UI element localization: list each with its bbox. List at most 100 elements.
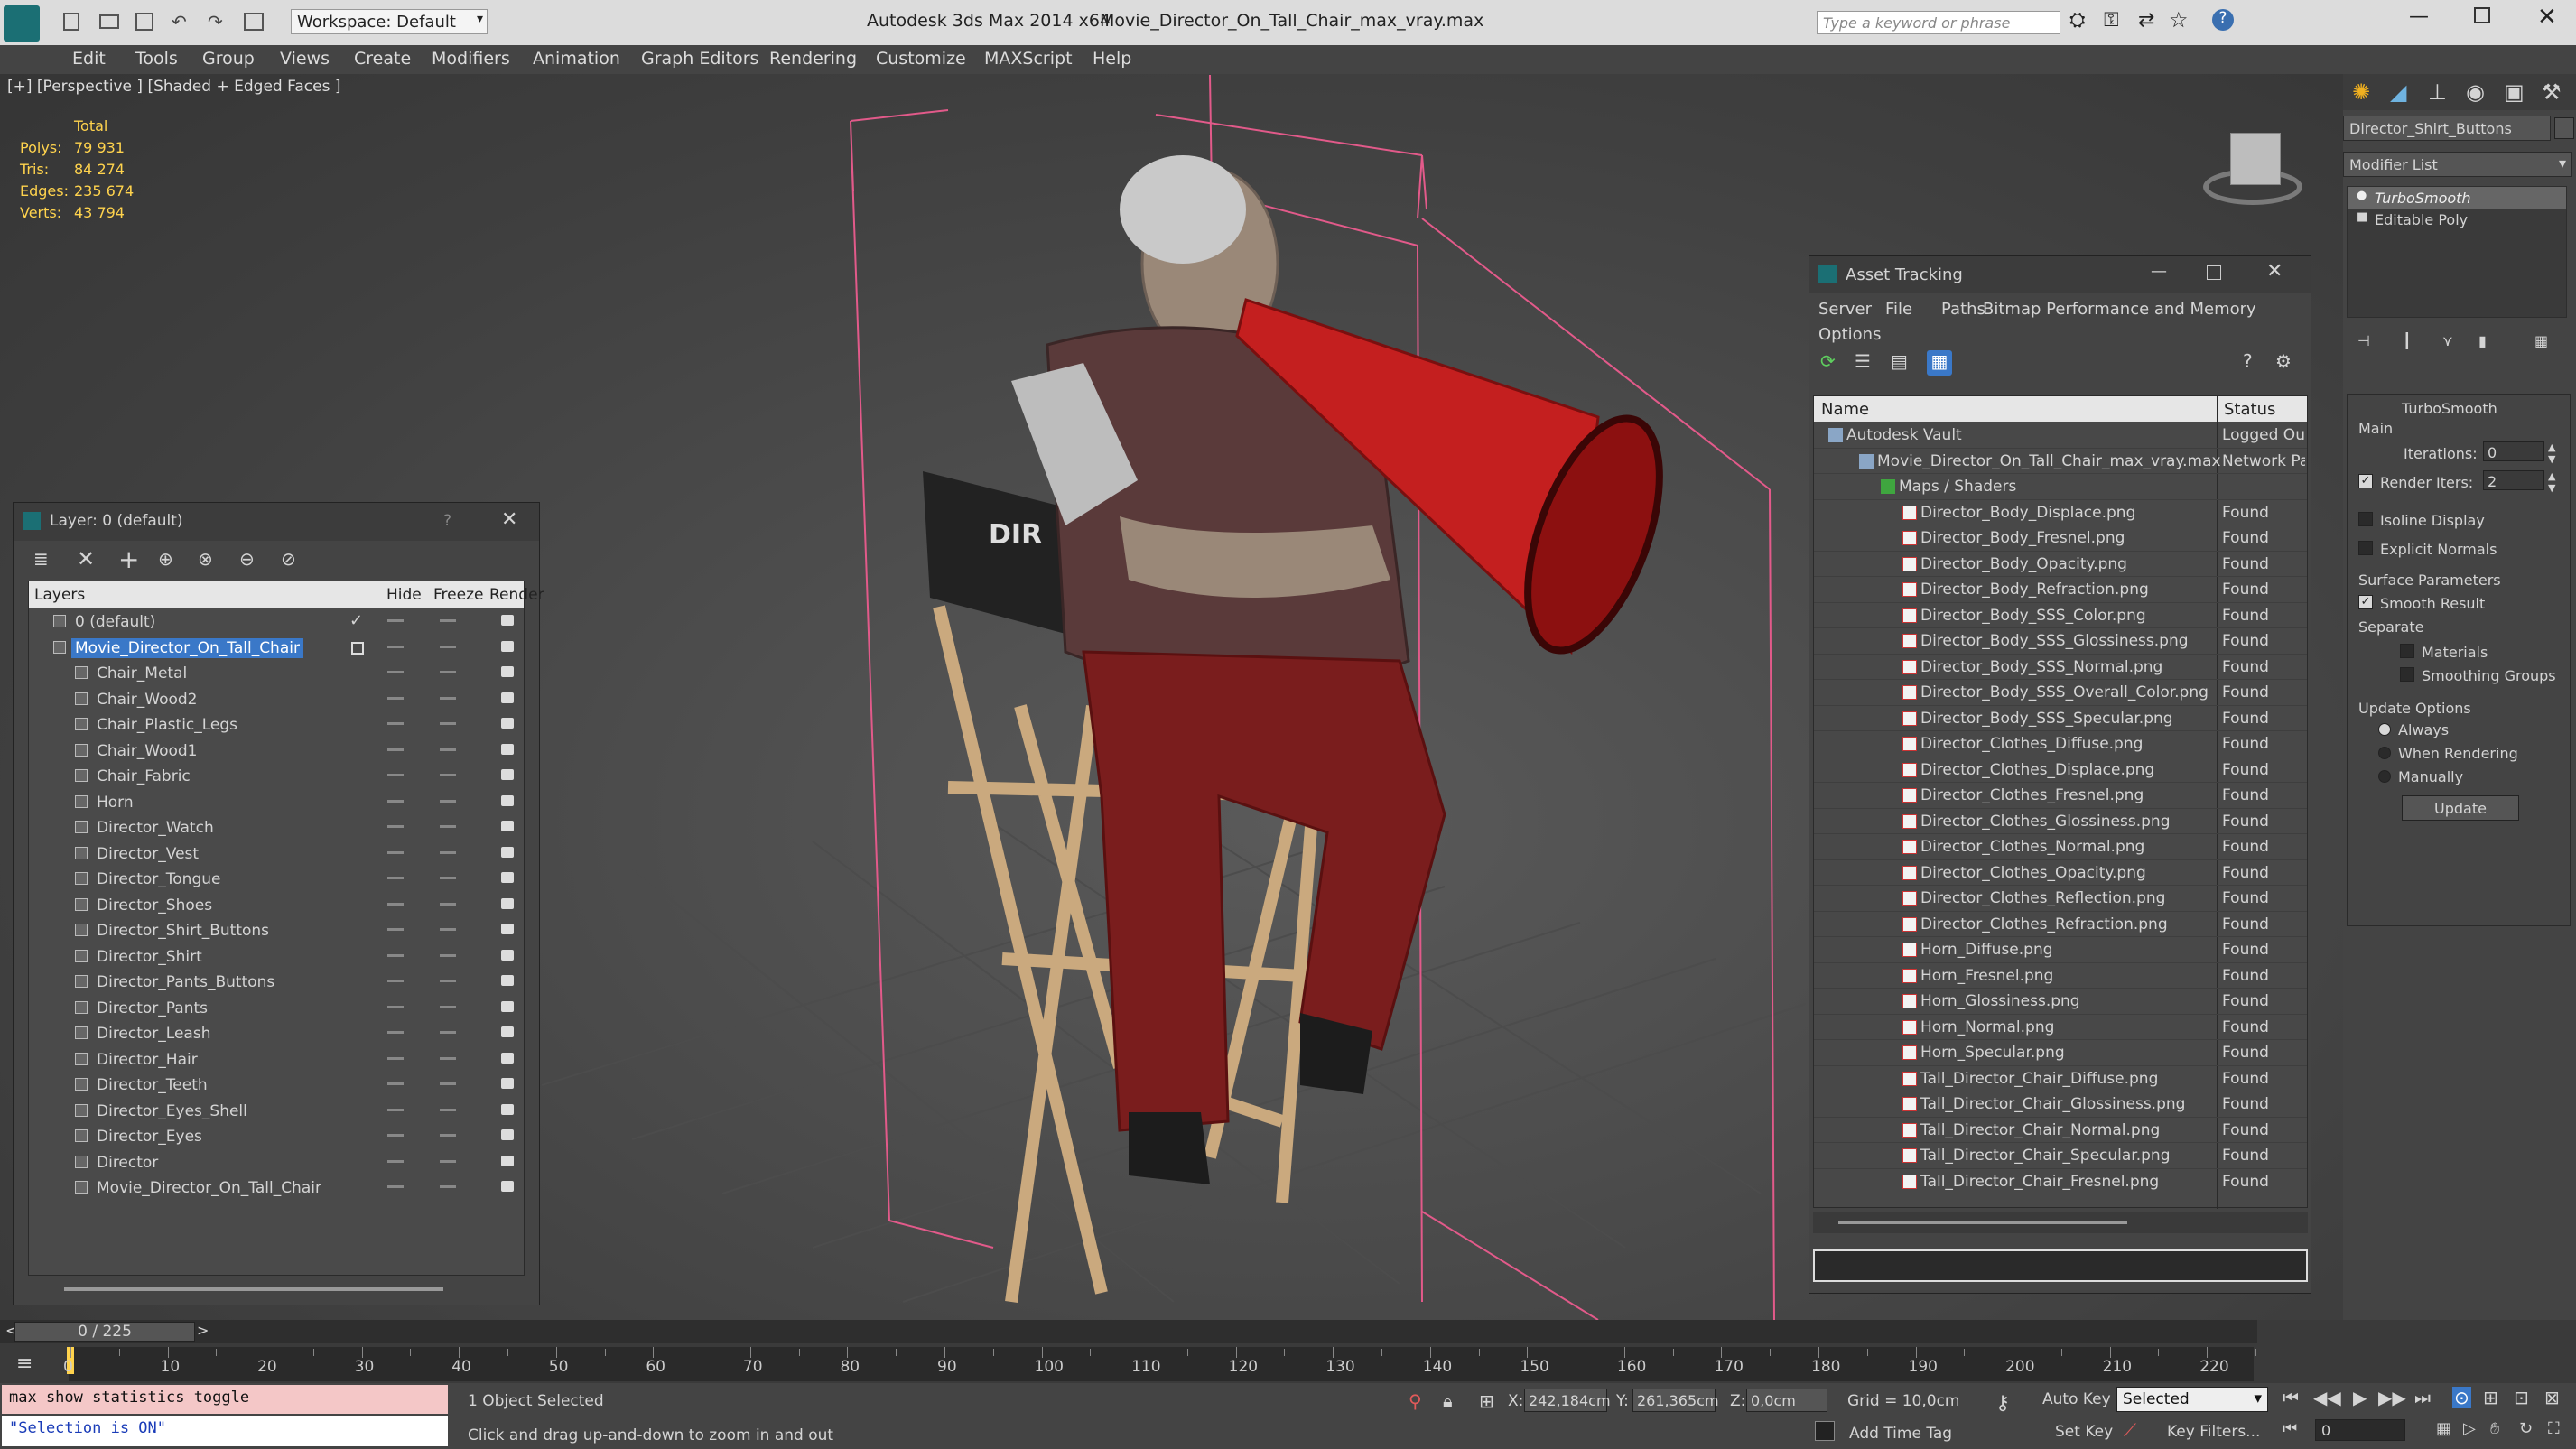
pin-stack-icon[interactable]: ⊣ [2357,332,2370,349]
add-time-tag[interactable]: Add Time Tag [1849,1425,1952,1443]
scrollbar-thumb[interactable] [1838,1221,2127,1224]
layer-row[interactable]: Director_Shirt [28,944,525,971]
menu-views[interactable]: Views [280,49,330,69]
layer-row[interactable]: Director_Vest [28,841,525,868]
freeze-toggle[interactable] [440,1005,456,1008]
asset-row[interactable]: Director_Body_SSS_Glossiness.png Found [1814,628,2307,655]
render-toggle-icon[interactable] [501,846,514,858]
hide-toggle[interactable] [387,774,404,776]
render-toggle-icon[interactable] [501,1181,514,1192]
configure-sets-icon[interactable]: ▦ [2534,332,2548,349]
asset-row[interactable]: Director_Body_SSS_Color.png Found [1814,603,2307,628]
smoothing-groups-checkbox[interactable] [2400,667,2414,682]
col-hide-header[interactable]: Hide [386,586,422,604]
current-frame-field[interactable]: 0 [2315,1419,2405,1441]
x-coordinate-field[interactable]: 242,184cm [1524,1389,1611,1412]
layer-row[interactable]: Chair_Fabric [28,764,525,790]
menu-customize[interactable]: Customize [876,49,966,69]
maxscript-listener-line1[interactable]: max show statistics toggle [2,1385,448,1414]
render-iters-spinner-arrows[interactable]: ▲ ▼ [2548,470,2555,494]
make-unique-icon[interactable]: ⋎ [2442,332,2453,349]
hide-toggle[interactable] [387,671,404,673]
hide-toggle[interactable] [387,850,404,854]
auto-key-button[interactable]: Auto Key [2042,1390,2111,1408]
freeze-toggle[interactable] [440,1134,456,1137]
render-iters-checkbox[interactable]: ✓ [2358,474,2373,488]
detail-view-icon[interactable]: ▤ [1891,350,1916,376]
minimize-button[interactable]: — [2409,5,2429,28]
layer-row[interactable]: Director_Leash [28,1021,525,1047]
hierarchy-tab-icon[interactable]: ⊥ [2428,79,2447,105]
asset-menu-options[interactable]: Options [1818,325,1881,344]
next-frame-arrow-icon[interactable]: > [197,1322,209,1339]
asset-row[interactable]: Director_Clothes_Glossiness.png Found [1814,809,2307,834]
exchange-icon[interactable]: ⇄ [2138,9,2154,32]
col-status-header[interactable]: Status [2224,400,2275,419]
menu-animation[interactable]: Animation [533,49,620,69]
hide-all-icon[interactable]: ⊖ [239,548,265,573]
project-folder-icon[interactable] [244,13,264,31]
render-toggle-icon[interactable] [501,1129,514,1140]
render-toggle-icon[interactable] [501,949,514,961]
menu-help[interactable]: Help [1093,49,1131,69]
asset-row[interactable]: Director_Clothes_Refraction.png Found [1814,912,2307,937]
hide-toggle[interactable] [387,748,404,751]
asset-row[interactable]: Director_Body_SSS_Overall_Color.png Found [1814,680,2307,706]
asset-row[interactable]: Director_Body_Fresnel.png Found [1814,525,2307,552]
display-tab-icon[interactable]: ▣ [2504,79,2525,105]
render-iters-spinner[interactable]: 2 [2483,470,2544,490]
render-toggle-icon[interactable] [501,718,514,729]
maximize-button[interactable] [2474,7,2490,23]
freeze-toggle[interactable] [440,722,456,725]
key-filters-button[interactable]: Key Filters... [2167,1423,2260,1441]
play-icon[interactable]: ▶ [2353,1387,2367,1408]
hide-toggle[interactable] [387,928,404,931]
stack-item-turbosmooth[interactable]: ● TurboSmooth [2348,187,2566,209]
explicit-normals-checkbox[interactable] [2358,541,2373,555]
hide-toggle[interactable] [387,799,404,803]
create-tab-icon[interactable]: ✺ [2352,79,2370,105]
layer-row[interactable]: Chair_Plastic_Legs [28,712,525,738]
asset-row[interactable]: Maps / Shaders [1814,474,2307,500]
asset-horizontal-scrollbar[interactable] [1813,1212,2308,1233]
render-toggle-icon[interactable] [501,615,514,626]
hide-toggle[interactable] [387,1056,404,1060]
time-slider-thumb[interactable]: 0 / 225 [14,1322,195,1342]
asset-row[interactable]: Director_Clothes_Normal.png Found [1814,834,2307,860]
isolate-selection-icon[interactable]: ⚲ [1409,1390,1422,1412]
zoom-icon[interactable]: ⊙ [2452,1387,2471,1408]
asset-row[interactable]: Director_Body_Refraction.png Found [1814,577,2307,603]
asset-row[interactable]: Horn_Glossiness.png Found [1814,989,2307,1015]
render-toggle-icon[interactable] [501,975,514,986]
freeze-toggle[interactable] [440,748,456,751]
render-toggle-icon[interactable] [501,692,514,703]
highlight-layer-icon[interactable]: ⊗ [198,548,223,573]
update-button[interactable]: Update [2402,795,2519,821]
freeze-toggle[interactable] [440,1185,456,1188]
object-color-swatch[interactable] [2554,117,2574,139]
add-layer-icon[interactable]: + [118,544,144,574]
freeze-toggle[interactable] [440,799,456,803]
refresh-icon[interactable]: ⟳ [1820,350,1846,376]
menu-edit[interactable]: Edit [72,49,106,69]
timeline[interactable]: < 0 / 225 > ≡ 0 10 20 30 40 50 60 70 80 90 100 110 1… [0,1320,2576,1383]
time-slider[interactable]: < 0 / 225 > [0,1320,2257,1343]
layer-row[interactable]: Director [28,1150,525,1176]
search-input[interactable]: Type a keyword or phrase [1817,11,2060,34]
freeze-toggle[interactable] [440,1031,456,1034]
freeze-all-icon[interactable]: ⊘ [281,548,306,573]
freeze-toggle[interactable] [440,1108,456,1111]
freeze-toggle[interactable] [440,619,456,622]
hide-toggle[interactable] [387,1185,404,1188]
asset-row[interactable]: Director_Clothes_Reflection.png Found [1814,886,2307,912]
layer-row[interactable]: Director_Eyes_Shell [28,1099,525,1125]
iterations-spinner[interactable]: 0 [2483,441,2544,461]
asset-row[interactable]: Horn_Diffuse.png Found [1814,937,2307,963]
hide-toggle[interactable] [387,722,404,725]
asset-row[interactable]: Tall_Director_Chair_Normal.png Found [1814,1118,2307,1143]
iterations-spinner-arrows[interactable]: ▲ ▼ [2548,441,2555,465]
go-to-start-icon[interactable]: ⏮ [2283,1387,2299,1408]
layer-row[interactable]: Director_Tongue [28,867,525,893]
layer-row[interactable]: Director_Shoes [28,893,525,919]
asset-row[interactable]: Tall_Director_Chair_Glossiness.png Found [1814,1091,2307,1118]
